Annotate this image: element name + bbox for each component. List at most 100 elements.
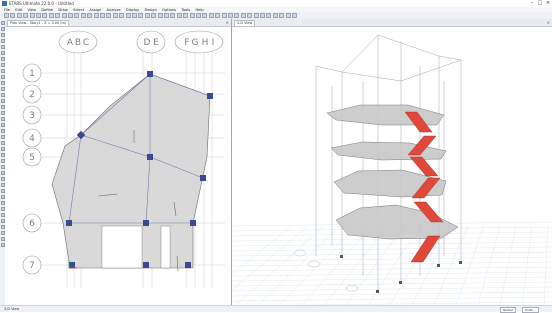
toolbar-button[interactable]	[61, 13, 67, 18]
toolbar-button[interactable]	[266, 13, 272, 18]
toolbar-button[interactable]	[36, 13, 41, 18]
left-tool-button[interactable]	[0, 51, 5, 55]
left-tool-button[interactable]	[0, 237, 5, 241]
left-tool-button[interactable]	[0, 135, 5, 139]
coordinate-system-dropdown[interactable]: Global	[500, 307, 516, 313]
plan-view-pane[interactable]: Plan View - Story1 - Z = 3.00 (m) × A B …	[5, 19, 232, 305]
left-tool-button[interactable]	[0, 45, 5, 49]
toolbar-button[interactable]	[138, 13, 144, 18]
toolbar-button[interactable]	[16, 13, 22, 18]
left-tool-button[interactable]	[0, 87, 5, 91]
column-node[interactable]	[147, 154, 153, 160]
left-tool-button[interactable]	[0, 153, 5, 157]
toolbar-button[interactable]	[215, 13, 221, 18]
maximize-button[interactable]: □	[536, 0, 544, 7]
left-tool-button[interactable]	[0, 33, 5, 37]
left-tool-button[interactable]	[0, 183, 5, 187]
left-tool-button[interactable]	[0, 177, 5, 181]
toolbar-button[interactable]	[87, 13, 93, 18]
left-tool-button[interactable]	[0, 105, 5, 109]
toolbar-button[interactable]	[106, 13, 112, 18]
left-tool-button[interactable]	[0, 231, 5, 235]
left-tool-button[interactable]	[0, 147, 5, 151]
left-tool-button[interactable]	[0, 75, 5, 79]
left-tool-button[interactable]	[0, 21, 5, 25]
left-tool-button[interactable]	[0, 207, 5, 211]
left-tool-button[interactable]	[0, 39, 5, 43]
left-tool-button[interactable]	[0, 171, 5, 175]
toolbar-button[interactable]	[119, 13, 125, 18]
left-tool-button[interactable]	[0, 117, 5, 121]
left-tool-button[interactable]	[0, 93, 5, 97]
left-tool-button[interactable]	[0, 225, 5, 229]
toolbar-button[interactable]	[228, 13, 233, 18]
toolbar-button[interactable]	[112, 13, 118, 18]
toolbar-button[interactable]	[42, 13, 48, 18]
toolbar-button[interactable]	[48, 13, 54, 18]
left-tool-button[interactable]	[0, 63, 5, 67]
left-tool-button[interactable]	[0, 213, 5, 217]
left-tool-button[interactable]	[0, 27, 5, 31]
close-button[interactable]: ×	[544, 0, 552, 7]
toolbar-button[interactable]	[29, 13, 35, 18]
toolbar-button[interactable]	[132, 13, 137, 18]
toolbar-button[interactable]	[183, 13, 189, 18]
toolbar-button[interactable]	[253, 13, 259, 18]
toolbar-button[interactable]	[189, 13, 195, 18]
close-plan-view-icon[interactable]: ×	[226, 20, 229, 25]
left-tool-button[interactable]	[0, 201, 5, 205]
toolbar-button[interactable]	[292, 13, 297, 18]
toolbar-button[interactable]	[285, 13, 291, 18]
toolbar-button[interactable]	[221, 13, 227, 18]
left-tool-button[interactable]	[0, 189, 5, 193]
toolbar-button[interactable]	[144, 13, 150, 18]
toolbar-button[interactable]	[196, 13, 201, 18]
left-tool-button[interactable]	[0, 165, 5, 169]
toolbar-button[interactable]	[157, 13, 163, 18]
left-tool-button[interactable]	[0, 243, 5, 247]
column-node[interactable]	[69, 262, 75, 268]
toolbar-button[interactable]	[176, 13, 182, 18]
toolbar-button[interactable]	[208, 13, 214, 18]
left-tool-button[interactable]	[0, 99, 5, 103]
toolbar-button[interactable]	[151, 13, 157, 18]
units-button[interactable]: Units...	[522, 307, 539, 313]
toolbar-button[interactable]	[80, 13, 86, 18]
3d-view-canvas[interactable]	[232, 26, 552, 305]
toolbar-button[interactable]	[260, 13, 265, 18]
toolbar-button[interactable]	[240, 13, 246, 18]
toolbar-button[interactable]	[68, 13, 73, 18]
toolbar-button[interactable]	[247, 13, 253, 18]
plan-view-canvas[interactable]: A B C D E F G H I 1 2 3 4 5 6 7	[5, 26, 231, 305]
toolbar-button[interactable]	[10, 13, 16, 18]
toolbar-button[interactable]	[279, 13, 285, 18]
toolbar-button[interactable]	[23, 13, 29, 18]
left-tool-button[interactable]	[0, 123, 5, 127]
3d-view-pane[interactable]: 3-D View ×	[232, 19, 552, 305]
left-tool-button[interactable]	[0, 69, 5, 73]
toolbar-button[interactable]	[272, 13, 278, 18]
toolbar-button[interactable]	[164, 13, 169, 18]
toolbar-button[interactable]	[202, 13, 208, 18]
toolbar-button[interactable]	[125, 13, 131, 18]
column-node[interactable]	[147, 71, 153, 77]
left-tool-button[interactable]	[0, 111, 5, 115]
column-node[interactable]	[143, 220, 149, 226]
minimize-button[interactable]: –	[528, 0, 536, 7]
left-tool-button[interactable]	[0, 57, 5, 61]
left-tool-button[interactable]	[0, 159, 5, 163]
toolbar-button[interactable]	[4, 13, 9, 18]
toolbar-button[interactable]	[100, 13, 105, 18]
left-tool-button[interactable]	[0, 129, 5, 133]
column-node[interactable]	[200, 175, 206, 181]
column-node[interactable]	[66, 220, 72, 226]
toolbar-button[interactable]	[93, 13, 99, 18]
3d-slab-level-4[interactable]	[326, 104, 445, 126]
left-tool-button[interactable]	[0, 219, 5, 223]
toolbar-button[interactable]	[234, 13, 240, 18]
column-node[interactable]	[190, 220, 196, 226]
column-node[interactable]	[207, 93, 213, 99]
left-tool-button[interactable]	[0, 81, 5, 85]
close-3d-view-icon[interactable]: ×	[547, 20, 550, 25]
column-node[interactable]	[143, 262, 149, 268]
